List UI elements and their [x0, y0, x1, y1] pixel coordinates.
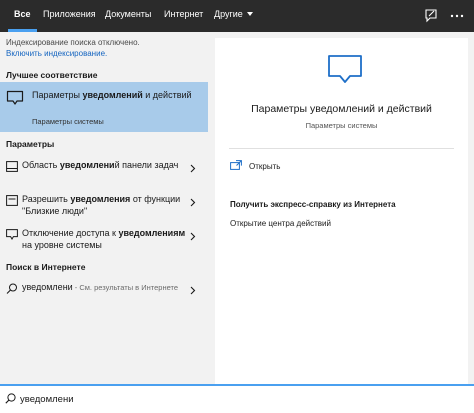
chevron-down-icon — [246, 12, 253, 16]
open-button[interactable]: Открыть — [249, 162, 280, 171]
settings-item-allow-notifications[interactable]: Разрешить уведомления от функции "Близки… — [0, 192, 208, 224]
tab-apps[interactable]: Приложения — [37, 0, 102, 32]
search-icon — [5, 393, 16, 404]
preview-card: Параметры уведомлений и действий Парамет… — [215, 38, 468, 384]
tab-all[interactable]: Все — [8, 0, 37, 32]
search-input[interactable] — [20, 391, 460, 407]
settings-item-taskbar-notification-area[interactable]: Область уведомлений панели задач — [0, 158, 208, 190]
divider — [229, 148, 454, 149]
settings-item-label: Разрешить уведомления от функции "Близки… — [22, 194, 181, 216]
best-match-header: Лучшее соответствие — [6, 70, 98, 80]
open-window-icon[interactable] — [230, 160, 242, 170]
best-match-result[interactable]: Параметры уведомлений и действий Парамет… — [0, 82, 208, 132]
preview-title: Параметры уведомлений и действий — [251, 103, 432, 115]
web-search-label: уведомлени - См. результаты в Интернете — [22, 282, 179, 292]
best-match-title: Параметры уведомлений и действий — [32, 90, 192, 100]
feedback-icon[interactable] — [422, 7, 440, 25]
preview-subtitle: Параметры системы — [305, 121, 378, 130]
best-match-subtitle: Параметры системы — [32, 117, 104, 126]
tab-more[interactable]: Другие — [208, 0, 259, 32]
message-icon — [6, 229, 18, 240]
help-item-open-action-center[interactable]: Открытие центра действий — [230, 219, 331, 228]
preview-pane: Параметры уведомлений и действий Парамет… — [208, 32, 474, 384]
results-pane: Индексирование поиска отключено. Включит… — [0, 32, 208, 384]
message-bubble-icon — [328, 55, 362, 83]
web-search-result[interactable]: уведомлени - См. результаты в Интернете — [0, 280, 208, 312]
chevron-right-icon — [190, 286, 196, 295]
chevron-right-icon — [190, 164, 196, 173]
chevron-right-icon — [190, 198, 196, 207]
settings-item-label: Отключение доступа к уведомлениям на уро… — [22, 228, 186, 250]
search-box — [0, 384, 474, 413]
web-help-header: Получить экспресс-справку из Интернета — [230, 200, 396, 209]
settings-item-label: Область уведомлений панели задач — [22, 160, 179, 170]
enable-indexing-link[interactable]: Включить индексирование. — [6, 49, 107, 58]
tab-web[interactable]: Интернет — [158, 0, 209, 32]
notification-icon — [6, 195, 18, 206]
taskbar-icon — [6, 161, 18, 172]
indexing-message: Индексирование поиска отключено. — [6, 38, 140, 47]
chevron-right-icon — [190, 232, 196, 241]
settings-item-disable-access[interactable]: Отключение доступа к уведомлениям на уро… — [0, 226, 208, 258]
search-tab-bar: Все Приложения Документы Интернет Другие — [0, 0, 474, 32]
message-bubble-icon — [6, 90, 24, 105]
settings-header: Параметры — [6, 139, 55, 149]
web-search-header: Поиск в Интернете — [6, 262, 86, 272]
more-icon[interactable] — [448, 7, 466, 25]
tab-documents[interactable]: Документы — [99, 0, 157, 32]
tab-more-label: Другие — [214, 9, 243, 19]
search-icon — [6, 283, 17, 294]
